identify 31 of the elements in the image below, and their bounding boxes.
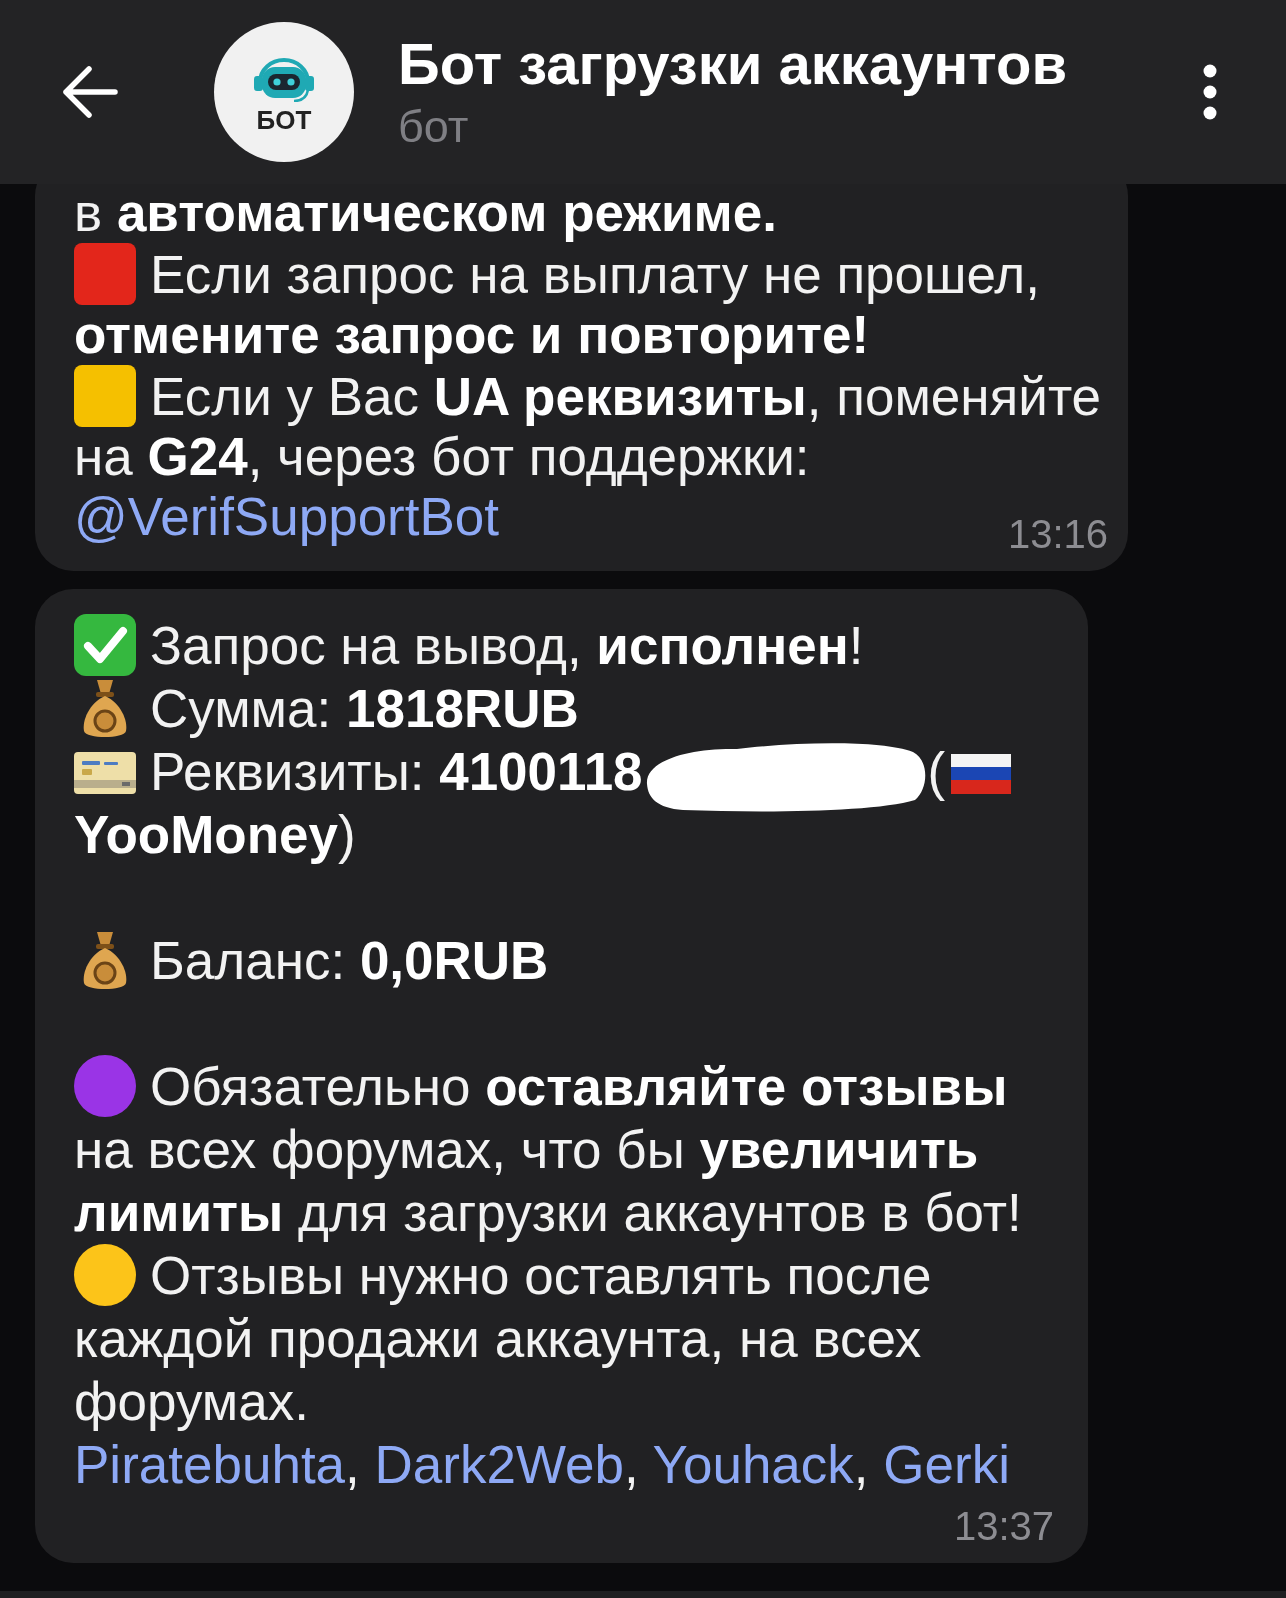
message-text: Баланс: 0,0RUB [150,931,549,990]
avatar-label: БОТ [256,106,312,134]
money-bag-icon [81,679,129,739]
forum-link[interactable]: Piratebuhta [74,1435,346,1494]
chat-subtitle: бот [398,102,470,152]
message-text: YooMoney) [74,805,356,864]
message-text: Сумма: 1818RUB [150,679,579,738]
forum-link[interactable]: Youhack [652,1435,854,1494]
forum-link[interactable]: Dark2Web [374,1435,624,1494]
message-text: Обязательно оставляйте отзывы на всех форумах, что бы увеличить лимиты для загрузки аккаунтов в бот! [74,1057,1022,1242]
message-text: Отзывы нужно оставлять после каждой продажи аккаунта, на всех форумах. [74,1246,932,1431]
forum-list: Piratebuhta, Dark2Web, Youhack, Gerki [74,1433,1010,1496]
back-arrow-icon[interactable] [62,66,118,118]
message-time: 13:16 [1006,511,1108,558]
message-text: Запрос на вывод, исполнен! [150,616,864,675]
message-text: ( [927,742,946,801]
credit-card-icon [74,752,136,794]
forum-link[interactable]: Gerki [883,1435,1010,1494]
money-bag-icon [81,931,129,991]
message-text: в автоматическом режиме. [74,184,777,242]
message-text: Если у Вас UA реквизиты, поменяйте на G24, через бот поддержки: [74,367,1102,486]
robot-head-icon [253,56,315,102]
message-text: Если запрос на выплату не прошел, отмените запрос и повторите! [74,245,1040,364]
chat-title: Бот загрузки аккаунтов [398,32,1068,96]
mention-link[interactable]: @VerifSupportBot [74,487,500,546]
more-menu-icon[interactable] [1203,64,1217,120]
bot-avatar[interactable]: БОТ [214,22,354,162]
message-time: 13:37 [952,1503,1054,1550]
message-text: Реквизиты: 4100118 [150,742,643,801]
check-mark-icon [74,614,136,676]
flag-icon [951,754,1012,794]
